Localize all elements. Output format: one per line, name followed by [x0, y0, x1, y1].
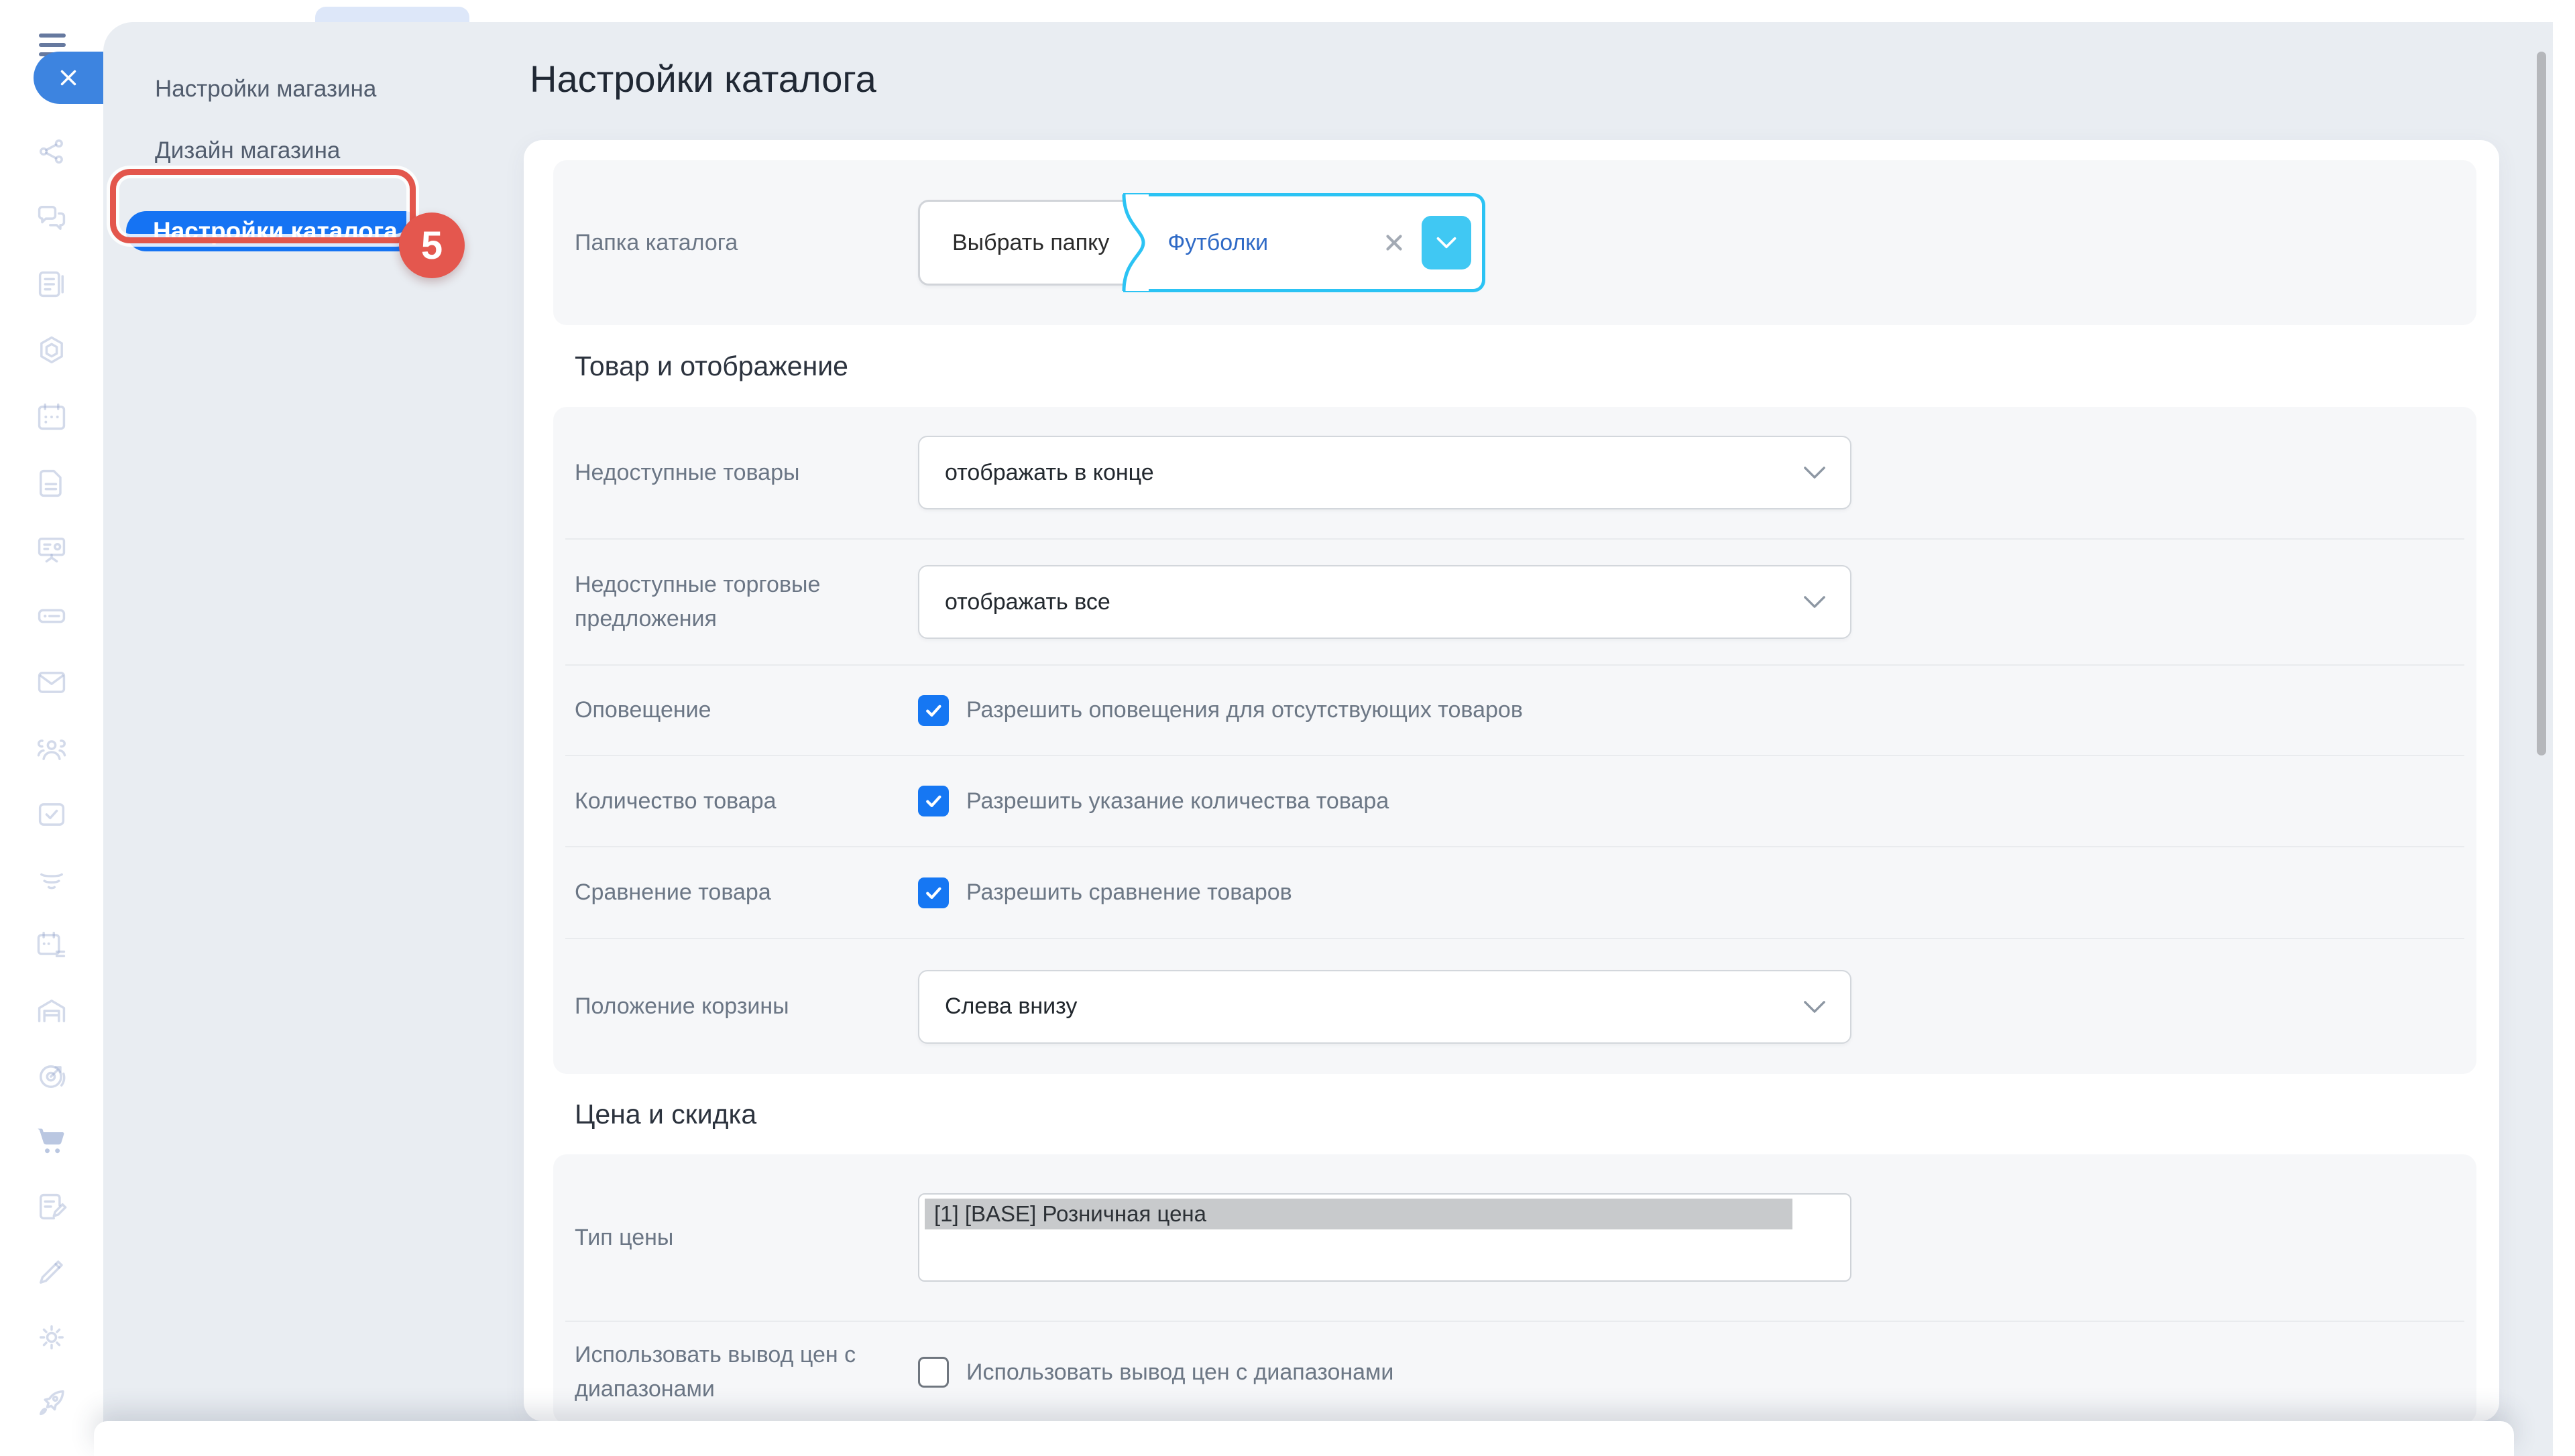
settings-slider-panel: Настройки магазина Дизайн магазина Настр…	[103, 22, 2553, 1456]
pencil-icon[interactable]	[22, 1242, 81, 1301]
notifications-checkbox[interactable]	[918, 694, 949, 726]
comparison-row: Сравнение товара Разрешить сравнение тов…	[553, 847, 2476, 938]
check-icon	[926, 887, 941, 899]
app-rail	[0, 0, 103, 1456]
unavailable-products-select[interactable]: отображать в конце	[918, 436, 1851, 509]
mail-icon[interactable]	[22, 653, 81, 712]
checkbox-label[interactable]: Разрешить сравнение товаров	[966, 879, 1292, 906]
section-title-price: Цена и скидка	[575, 1098, 757, 1130]
settings-sidebar: Настройки магазина Дизайн магазина Настр…	[103, 22, 518, 1456]
row-label: Использовать вывод цен с диапазонами	[575, 1342, 856, 1402]
comparison-checkbox[interactable]	[918, 877, 949, 908]
checkbox-label[interactable]: Разрешить указание количества товара	[966, 788, 1389, 814]
page-title: Настройки каталога	[530, 58, 876, 100]
unavailable-offers-row: Недоступные торговые предложения отображ…	[553, 540, 2476, 664]
folder-group: Папка каталога Выбрать папку Футболки	[553, 160, 2476, 325]
row-label: Оповещение	[575, 697, 711, 723]
row-label: Недоступные торговые предложения	[575, 572, 821, 631]
row-label: Сравнение товара	[575, 879, 771, 905]
people-icon[interactable]	[22, 719, 81, 778]
select-value: отображать все	[945, 589, 1110, 615]
rocket-icon[interactable]	[22, 1373, 81, 1433]
share-icon[interactable]	[22, 122, 81, 181]
chevron-down-icon	[1804, 1000, 1825, 1013]
price-group: Тип цены [1] [BASE] Розничная цена Испол…	[553, 1154, 2476, 1421]
close-icon	[60, 70, 76, 86]
price-ranges-checkbox[interactable]	[918, 1357, 949, 1388]
tag-notch-icon	[1122, 194, 1149, 292]
price-type-option-selected[interactable]: [1] [BASE] Розничная цена	[925, 1199, 1792, 1229]
quantity-checkbox[interactable]	[918, 786, 949, 816]
row-label: Недоступные товары	[575, 459, 800, 485]
choose-folder-button[interactable]: Выбрать папку	[918, 200, 1144, 286]
sidebar-item-catalog-settings[interactable]: Настройки каталога	[126, 211, 424, 251]
check-icon	[926, 705, 941, 717]
catalog-folder-row: Папка каталога Выбрать папку Футболки	[553, 160, 2476, 325]
remove-folder-icon[interactable]	[1381, 230, 1407, 255]
price-type-row: Тип цены [1] [BASE] Розничная цена	[553, 1154, 2476, 1321]
row-label: Папка каталога	[575, 229, 738, 255]
select-value: отображать в конце	[945, 459, 1154, 485]
checkbox-label[interactable]: Использовать вывод цен с диапазонами	[966, 1359, 1393, 1386]
check-icon	[926, 795, 941, 807]
notifications-row: Оповещение Разрешить оповещения для отсу…	[553, 666, 2476, 755]
tasks-check-icon[interactable]	[22, 785, 81, 844]
unavailable-products-row: Недоступные товары отображать в конце	[553, 407, 2476, 538]
price-type-listbox[interactable]: [1] [BASE] Розничная цена	[918, 1193, 1851, 1282]
chevron-down-icon	[1804, 467, 1825, 479]
basket-position-row: Положение корзины Слева внизу	[553, 939, 2476, 1074]
price-ranges-row: Использовать вывод цен с диапазонами Исп…	[553, 1322, 2476, 1421]
checkbox-label[interactable]: Разрешить оповещения для отсутствующих т…	[966, 697, 1523, 723]
warehouse-icon[interactable]	[22, 981, 81, 1040]
selected-folder-tag: Футболки	[1122, 193, 1486, 292]
hexagon-crm-icon[interactable]	[22, 321, 81, 380]
drive-icon[interactable]	[22, 587, 81, 646]
basket-position-select[interactable]: Слева внизу	[918, 969, 1851, 1044]
rail-icon-group-top	[22, 118, 81, 782]
folder-dropdown-button[interactable]	[1422, 216, 1472, 269]
sidebar-item-store-settings[interactable]: Настройки магазина	[155, 70, 518, 108]
settings-card: Папка каталога Выбрать папку Футболки То…	[524, 140, 2499, 1421]
unavailable-offers-select[interactable]: отображать все	[918, 565, 1851, 639]
main-content: Настройки каталога Папка каталога Выбрат…	[518, 22, 2553, 1456]
presentation-icon[interactable]	[22, 520, 81, 579]
settings-gear-icon[interactable]	[22, 1308, 81, 1367]
quantity-row: Количество товара Разрешить указание кол…	[553, 756, 2476, 846]
news-icon[interactable]	[22, 255, 81, 314]
product-group: Недоступные товары отображать в конце Не…	[553, 407, 2476, 1074]
slider-footer-bar	[94, 1421, 2514, 1456]
calendar-tasks-icon[interactable]	[22, 916, 81, 975]
rail-icon-group-bottom	[22, 782, 81, 1435]
row-label: Количество товара	[575, 788, 777, 814]
document-sign-icon[interactable]	[22, 1177, 81, 1236]
tutorial-step-badge: 5	[399, 213, 465, 278]
chevron-down-icon	[1804, 596, 1825, 608]
select-value: Слева внизу	[945, 993, 1078, 1019]
row-label: Положение корзины	[575, 993, 789, 1019]
sidebar-item-store-design[interactable]: Дизайн магазина	[155, 132, 518, 170]
row-label: Тип цены	[575, 1224, 674, 1250]
target-icon[interactable]	[22, 1046, 81, 1105]
document-icon[interactable]	[22, 454, 81, 513]
chat-icon[interactable]	[22, 188, 81, 247]
selected-folder-name[interactable]: Футболки	[1167, 230, 1268, 256]
funnel-icon[interactable]	[22, 850, 81, 909]
section-title-product: Товар и отображение	[575, 350, 848, 381]
close-slider-button[interactable]	[34, 52, 103, 104]
calendar-icon[interactable]	[22, 387, 81, 446]
cart-icon[interactable]	[22, 1111, 81, 1171]
